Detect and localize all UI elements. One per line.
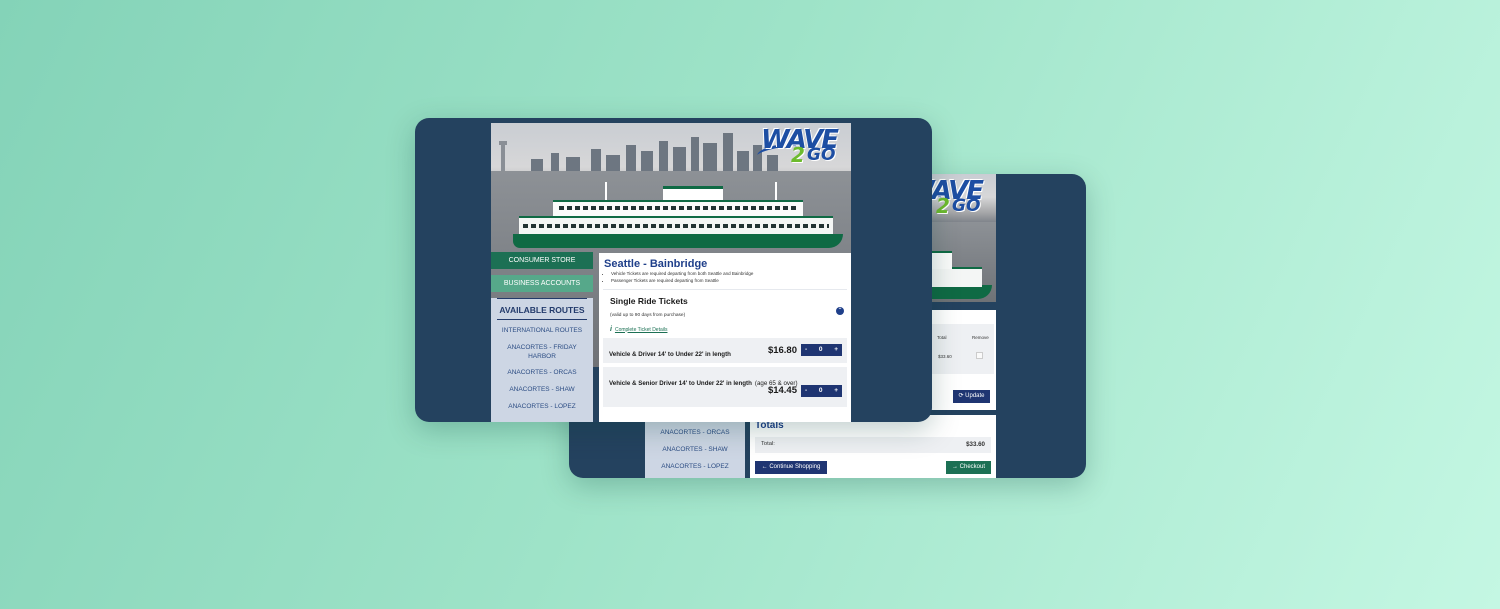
chevron-up-icon[interactable]: ⌃ xyxy=(836,306,844,315)
route-link[interactable]: ANACORTES - ORCAS xyxy=(645,425,745,442)
valid-note: (valid up to 90 days from purchase) xyxy=(610,312,686,318)
ticket-price: $16.80 xyxy=(767,344,797,356)
ticket-row: Vehicle & Driver 14' to Under 22' in len… xyxy=(603,337,847,363)
arrow-right-icon: → xyxy=(951,464,960,470)
available-routes-title: AVAILABLE ROUTES xyxy=(497,298,587,320)
store-page-card: WAVE 2 GO CONSUMER STORE BUSINESS ACCOUN… xyxy=(415,118,932,422)
column-header-remove: Remove xyxy=(972,335,989,340)
total-row: Total: $33.60 xyxy=(755,437,991,453)
ferry-picture xyxy=(513,173,843,248)
route-link[interactable]: ANACORTES - LOPEZ xyxy=(491,399,593,416)
wave2go-logo[interactable]: WAVE 2 GO xyxy=(756,125,849,167)
remove-checkbox[interactable] xyxy=(976,352,983,359)
available-routes-panel: AVAILABLE ROUTES INTERNATIONAL ROUTES AN… xyxy=(491,298,593,422)
info-icon: i xyxy=(610,325,612,333)
route-title: Seattle - Bainbridge xyxy=(604,258,708,270)
quantity-stepper[interactable]: - 0 + xyxy=(801,384,842,397)
ticket-content: Seattle - Bainbridge Vehicle Tickets are… xyxy=(599,253,851,422)
section-title: Single Ride Tickets xyxy=(610,295,688,306)
line-total: $33.60 xyxy=(938,354,952,359)
ticket-details-link[interactable]: i Complete Ticket Details xyxy=(603,318,847,336)
column-header-total: Total xyxy=(937,335,947,340)
plus-button[interactable]: + xyxy=(834,346,838,353)
plus-button[interactable]: + xyxy=(834,387,838,394)
ticket-label: Vehicle & Driver 14' to Under 22' in len… xyxy=(609,350,731,358)
route-link[interactable]: INTERNATIONAL ROUTES xyxy=(491,323,593,340)
checkout-button[interactable]: → Checkout xyxy=(946,461,991,474)
quantity-stepper[interactable]: - 0 + xyxy=(801,343,842,356)
minus-button[interactable]: - xyxy=(805,346,807,353)
route-link[interactable]: ANACORTES - LOPEZ xyxy=(645,459,745,476)
route-link[interactable]: ANACORTES - SHAW xyxy=(491,382,593,399)
continue-shopping-button[interactable]: ← Continue Shopping xyxy=(755,461,827,474)
single-ride-section: Single Ride Tickets ⌃ (valid up to 90 da… xyxy=(603,288,847,407)
routes-list: ANACORTES - ORCAS ANACORTES - SHAW ANACO… xyxy=(645,421,745,478)
ticket-row: Vehicle & Senior Driver 14' to Under 22'… xyxy=(603,366,847,407)
note-item: Passenger Tickets are required departing… xyxy=(611,278,846,285)
quantity-value: 0 xyxy=(818,346,823,353)
business-accounts-button[interactable]: BUSINESS ACCOUNTS xyxy=(491,275,593,292)
total-value: $33.60 xyxy=(966,441,985,448)
totals-panel: Totals Total: $33.60 ← Continue Shopping… xyxy=(750,415,996,478)
ticket-price: $14.45 xyxy=(767,384,797,396)
route-link[interactable]: ANACORTES - FRIDAY HARBOR xyxy=(491,340,593,366)
update-button[interactable]: ⟳ Update xyxy=(953,390,990,403)
consumer-store-button[interactable]: CONSUMER STORE xyxy=(491,252,593,269)
total-label: Total: xyxy=(761,441,775,447)
ticket-label: Vehicle & Senior Driver 14' to Under 22'… xyxy=(609,379,752,387)
minus-button[interactable]: - xyxy=(805,387,807,394)
route-link[interactable]: ANACORTES - SHAW xyxy=(645,442,745,459)
note-item: Vehicle Tickets are required departing f… xyxy=(611,271,846,278)
route-link[interactable]: ANACORTES - ORCAS xyxy=(491,365,593,382)
quantity-value: 0 xyxy=(818,387,823,394)
route-notes: Vehicle Tickets are required departing f… xyxy=(599,271,851,289)
cart-row xyxy=(927,324,994,374)
